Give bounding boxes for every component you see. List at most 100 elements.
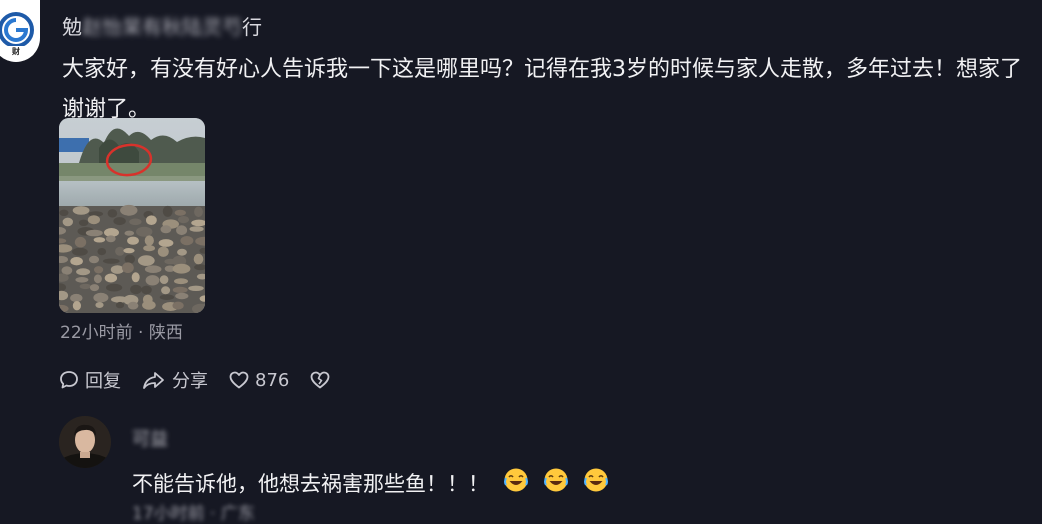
share-arrow-icon <box>143 372 164 389</box>
pebble <box>130 284 142 295</box>
reply-text: 不能告诉他，他想去祸害那些鱼！！！ <box>132 471 489 496</box>
post-content: 大家好，有没有好心人告诉我一下这是哪里吗？记得在我3岁的时候与家人走散，多年过去… <box>62 50 1042 130</box>
pebble <box>142 300 156 310</box>
riverbank-photo-image <box>59 118 205 313</box>
pebble <box>87 215 100 225</box>
pebble <box>72 206 90 215</box>
pebble <box>76 268 91 276</box>
pebble <box>97 248 107 256</box>
pebble <box>72 301 81 311</box>
pebble <box>194 206 203 218</box>
pebble <box>143 245 155 252</box>
pebble <box>75 277 89 283</box>
like-count: 876 <box>255 369 290 391</box>
pebble <box>175 292 189 300</box>
brand-logo-icon: 财 <box>0 12 34 56</box>
pebble <box>93 292 109 303</box>
pebble <box>85 229 103 237</box>
pebble <box>144 235 154 246</box>
author-username[interactable]: 勉赵怡杲有秋陆灵芍行 <box>62 11 262 40</box>
pebble <box>124 230 135 236</box>
pebble <box>160 225 172 234</box>
pebble <box>127 236 139 245</box>
pebble <box>172 301 184 310</box>
reply-username[interactable]: 可益 <box>132 425 168 451</box>
pebble <box>94 266 104 274</box>
pebble <box>137 255 155 266</box>
pebble <box>189 226 204 232</box>
pebble <box>159 294 175 300</box>
svg-text:财: 财 <box>11 46 20 56</box>
pebble <box>172 263 191 274</box>
post-photo[interactable] <box>59 118 205 313</box>
pebble <box>136 226 153 237</box>
pebble <box>113 217 126 226</box>
broken-heart-icon <box>310 371 330 389</box>
pebble <box>127 301 139 310</box>
pebble <box>193 253 204 265</box>
laughing-face-icon <box>503 467 529 498</box>
post-text-line-1: 大家好，有没有好心人告诉我一下这是哪里吗？记得在我3岁的时候与家人走散，多年过去… <box>62 57 1023 82</box>
reply-timestamp-location: 17小时前 · 广东 <box>132 504 255 524</box>
pebble <box>95 302 104 308</box>
like-button[interactable]: 876 <box>228 369 289 391</box>
pebble <box>129 218 142 226</box>
pebble <box>177 216 190 224</box>
post-text-line-2: 谢谢了。 <box>62 97 151 122</box>
reply-author-avatar[interactable] <box>59 416 111 468</box>
pebble <box>158 239 174 247</box>
pebble <box>79 283 92 290</box>
pebble <box>107 209 118 218</box>
pebble <box>115 246 125 256</box>
pebble <box>162 205 173 217</box>
dislike-button[interactable] <box>309 369 336 391</box>
share-label: 分享 <box>172 371 208 392</box>
pebble <box>115 301 125 309</box>
pebble <box>106 283 123 292</box>
post-action-bar: 回复 分享 876 <box>58 367 356 393</box>
laughing-face-icon <box>543 467 569 498</box>
pebble <box>122 262 134 273</box>
pebble <box>120 204 138 216</box>
pebble <box>105 235 116 243</box>
pebble <box>88 255 100 264</box>
pebble <box>180 236 194 246</box>
reply-button[interactable]: 回复 <box>58 367 121 393</box>
share-button[interactable]: 分享 <box>141 367 208 393</box>
person-portrait-icon <box>59 416 111 468</box>
pebble <box>93 274 102 284</box>
post-timestamp-location: 22小时前 · 陕西 <box>60 323 183 343</box>
pebble <box>159 275 169 284</box>
pebble <box>61 266 73 275</box>
pebble <box>104 273 118 283</box>
pebble <box>176 225 188 236</box>
pebble <box>89 284 100 292</box>
pebble <box>74 236 87 248</box>
pebble <box>157 246 169 257</box>
reply-label: 回复 <box>85 371 121 392</box>
pebble <box>110 265 124 274</box>
pebble <box>72 247 88 256</box>
pebble <box>174 278 188 285</box>
pebble <box>172 286 188 293</box>
pebble <box>78 219 89 226</box>
pebble <box>123 248 135 254</box>
speech-bubble-icon <box>60 371 78 389</box>
pebble <box>59 209 69 216</box>
pebble <box>131 272 140 283</box>
pebble <box>145 275 160 286</box>
pebble <box>177 248 187 256</box>
pebble <box>70 257 83 266</box>
pebble <box>141 285 152 295</box>
pebble <box>188 285 204 291</box>
author-avatar[interactable]: 财 <box>0 0 40 62</box>
heart-outline-icon <box>229 371 249 389</box>
pebble <box>70 293 83 303</box>
laughing-face-icon <box>583 467 609 498</box>
pebble <box>103 258 120 264</box>
pebble <box>174 209 186 216</box>
pebble <box>161 286 171 295</box>
pebble <box>146 215 157 225</box>
pebble <box>144 265 162 273</box>
reply-content: 不能告诉他，他想去祸害那些鱼！！！ <box>132 467 609 498</box>
